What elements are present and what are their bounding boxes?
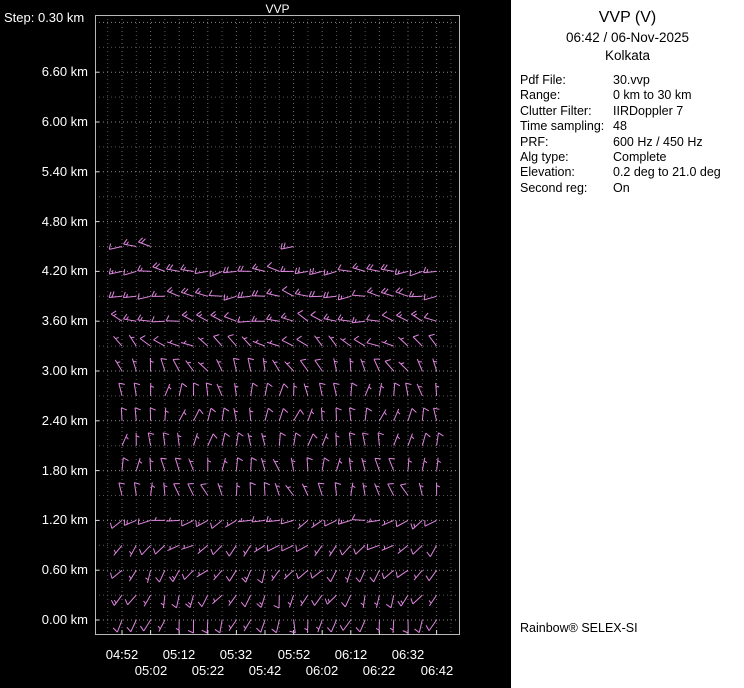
param-value: 48: [613, 119, 744, 134]
x-axis-label: 06:12: [329, 647, 373, 662]
panel-datetime: 06:42 / 06-Nov-2025: [511, 30, 744, 45]
step-label: Step: 0.30 km: [4, 10, 84, 25]
param-value: On: [613, 181, 744, 196]
y-axis-label: 2.40 km: [0, 413, 88, 429]
y-axis-label: 0.60 km: [0, 562, 88, 578]
vvp-window: VVP Step: 0.30 km 6.60 km 6.00 km 5.40 k…: [0, 0, 744, 688]
panel-title: VVP (V): [511, 9, 744, 27]
param-value: IIRDoppler 7: [613, 104, 744, 119]
y-axis-label: 6.00 km: [0, 114, 88, 130]
x-axis-label: 06:02: [300, 663, 344, 678]
param-label: Time sampling:: [520, 119, 613, 134]
y-axis-label: 4.80 km: [0, 214, 88, 230]
param-table: Pdf File: 30.vvp Range: 0 km to 30 km Cl…: [520, 73, 744, 196]
y-axis-label: 3.00 km: [0, 363, 88, 379]
param-label: Range:: [520, 88, 613, 103]
param-value: 30.vvp: [613, 73, 744, 88]
param-value: 0.2 deg to 21.0 deg: [613, 165, 744, 180]
y-axis-label: 4.20 km: [0, 263, 88, 279]
param-row-range: Range: 0 km to 30 km: [520, 88, 744, 103]
y-axis-label: 1.20 km: [0, 512, 88, 528]
param-value: 0 km to 30 km: [613, 88, 744, 103]
param-value: Complete: [613, 150, 744, 165]
plot-title: VVP: [95, 2, 460, 16]
x-axis-label: 06:22: [357, 663, 401, 678]
wind-profile-plot: [95, 15, 460, 635]
footer-brand: Rainbow® SELEX-SI: [520, 621, 638, 635]
info-panel: VVP (V) 06:42 / 06-Nov-2025 Kolkata Pdf …: [511, 0, 744, 688]
param-label: Elevation:: [520, 165, 613, 180]
param-value: 600 Hz / 450 Hz: [613, 135, 744, 150]
param-row-prf: PRF: 600 Hz / 450 Hz: [520, 135, 744, 150]
param-row-alg-type: Alg type: Complete: [520, 150, 744, 165]
y-axis-label: 0.00 km: [0, 612, 88, 628]
y-axis-label: 5.40 km: [0, 164, 88, 180]
param-label: Pdf File:: [520, 73, 613, 88]
param-row-second-reg: Second reg: On: [520, 181, 744, 196]
param-row-pdf-file: Pdf File: 30.vvp: [520, 73, 744, 88]
param-row-elevation: Elevation: 0.2 deg to 21.0 deg: [520, 165, 744, 180]
param-row-time-sampling: Time sampling: 48: [520, 119, 744, 134]
x-axis-label: 05:22: [186, 663, 230, 678]
x-axis-label: 05:52: [272, 647, 316, 662]
param-row-clutter-filter: Clutter Filter: IIRDoppler 7: [520, 104, 744, 119]
panel-station: Kolkata: [511, 48, 744, 63]
wind-profile-panel: VVP Step: 0.30 km 6.60 km 6.00 km 5.40 k…: [0, 0, 511, 688]
x-axis-label: 05:12: [157, 647, 201, 662]
y-axis-label: 3.60 km: [0, 313, 88, 329]
x-axis-label: 06:42: [415, 663, 459, 678]
y-axis-label: 6.60 km: [0, 64, 88, 80]
y-axis-label: 1.80 km: [0, 463, 88, 479]
x-axis-label: 04:52: [100, 647, 144, 662]
param-label: PRF:: [520, 135, 613, 150]
x-axis-label: 05:42: [243, 663, 287, 678]
param-label: Clutter Filter:: [520, 104, 613, 119]
param-label: Second reg:: [520, 181, 613, 196]
x-axis-label: 05:32: [214, 647, 258, 662]
x-axis-label: 05:02: [129, 663, 173, 678]
x-axis-label: 06:32: [386, 647, 430, 662]
param-label: Alg type:: [520, 150, 613, 165]
